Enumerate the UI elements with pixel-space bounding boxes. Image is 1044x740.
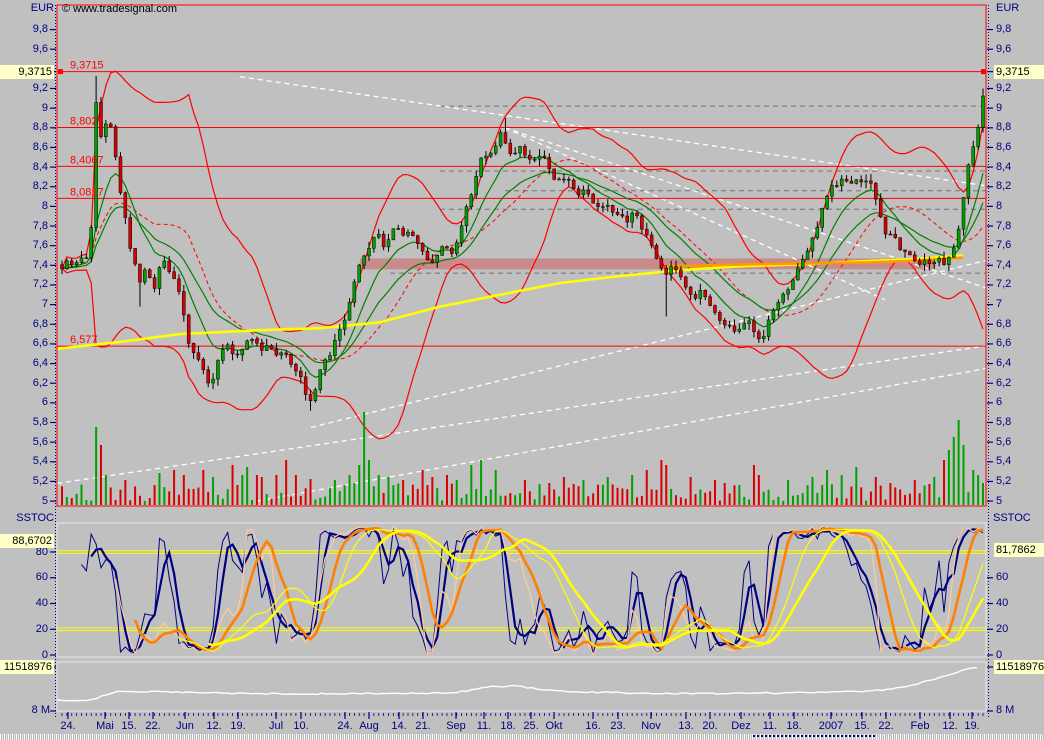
tradesignal-chart-window: 9,3715 8,8027 8,4067 8,0817 6,577 © www.trad… <box>0 0 1044 740</box>
svg-text:6,577: 6,577 <box>70 334 98 346</box>
svg-text:8,4067: 8,4067 <box>70 154 104 166</box>
chart-canvas[interactable]: 9,3715 8,8027 8,4067 8,0817 6,577 <box>0 0 1044 740</box>
time-scrollbar-selection[interactable] <box>753 735 875 737</box>
volume-current-value-left: 11518976 <box>0 660 54 674</box>
svg-text:8,8027: 8,8027 <box>70 116 104 128</box>
svg-text:8,0817: 8,0817 <box>70 186 104 198</box>
price-current-value-left: 9,3715 <box>0 65 54 79</box>
time-scrollbar[interactable] <box>0 734 1044 740</box>
svg-text:9,3715: 9,3715 <box>70 60 104 72</box>
volume-current-value-right: 11518976 <box>994 660 1044 674</box>
sstoc-current-value-left: 88,6702 <box>0 534 54 548</box>
sstoc-current-value-right: 81,7862 <box>994 543 1044 557</box>
price-current-value-right: 9,3715 <box>994 65 1044 79</box>
